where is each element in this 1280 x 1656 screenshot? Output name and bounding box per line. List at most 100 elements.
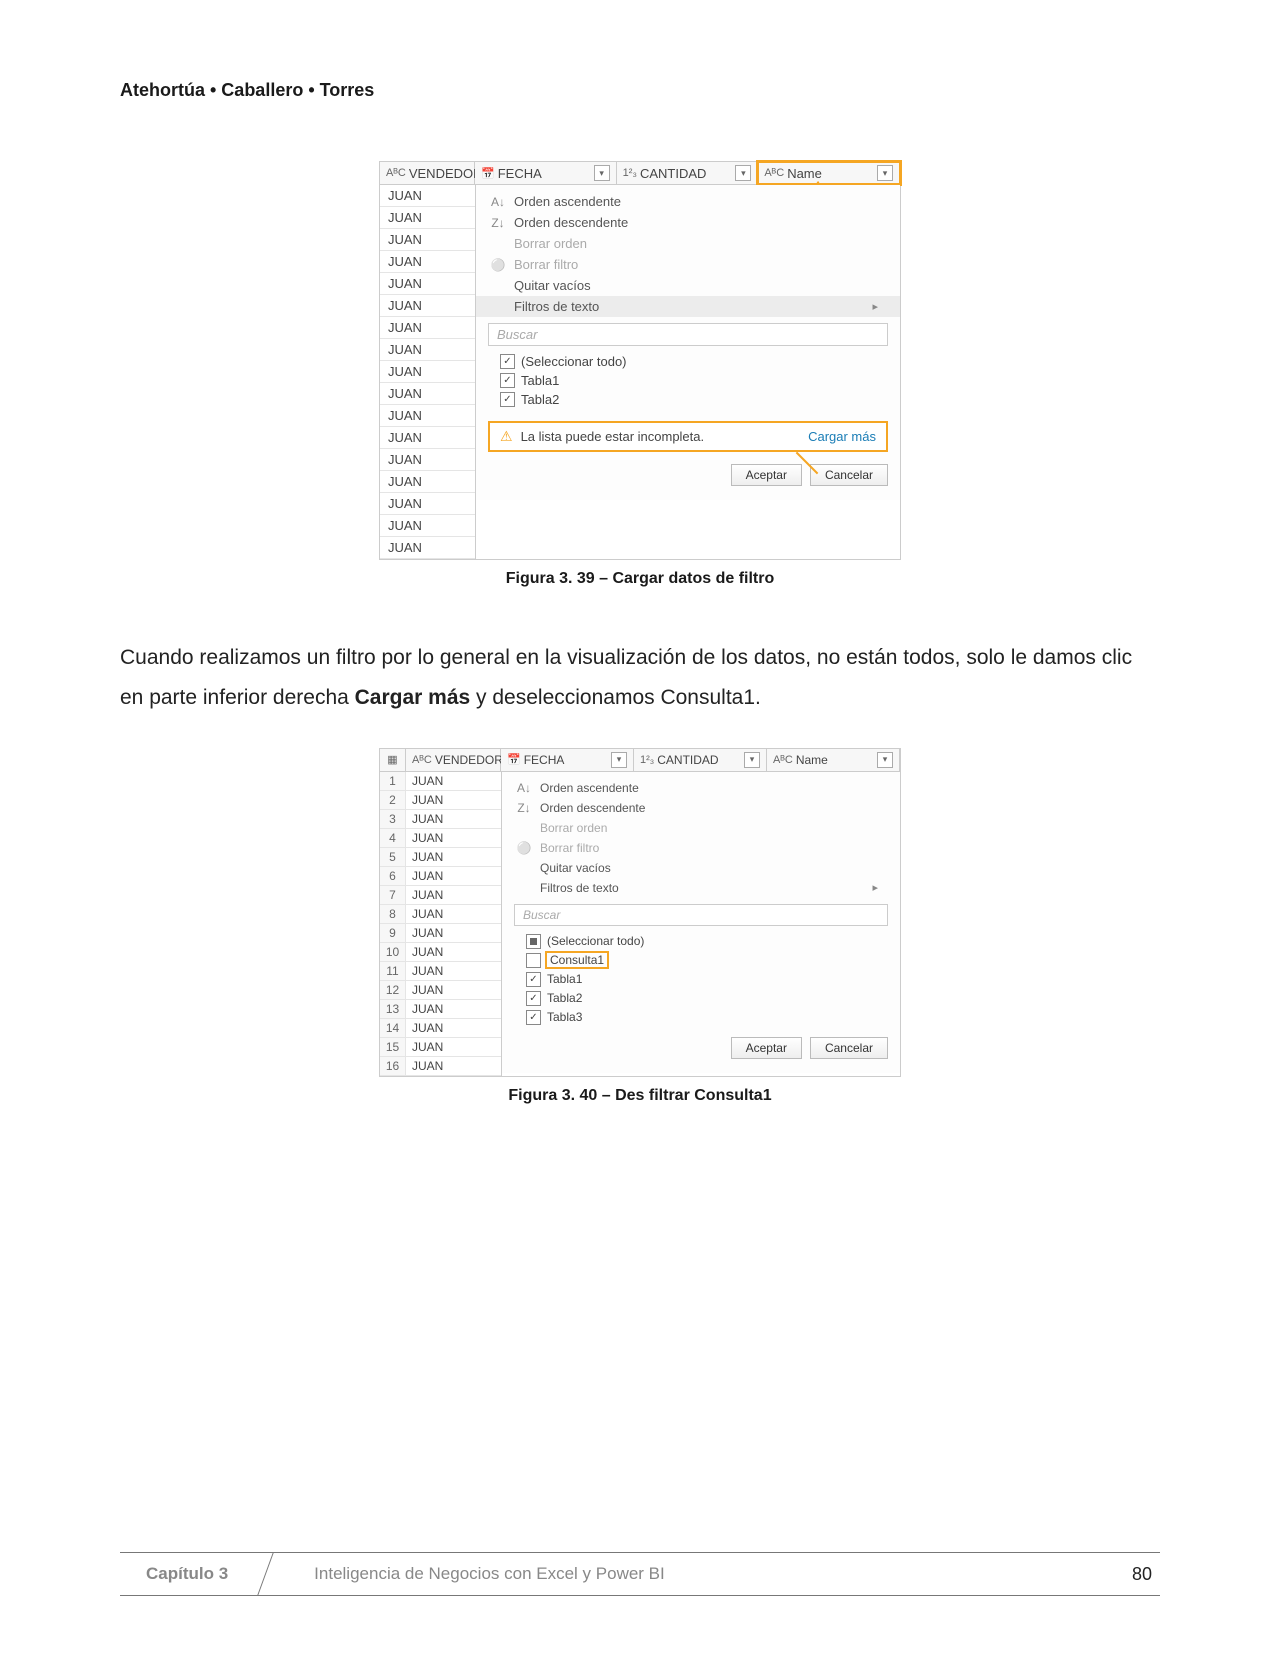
column-label: FECHA [498, 166, 542, 181]
label: Quitar vacíos [514, 278, 591, 293]
checkbox-indeterminate-icon[interactable] [526, 934, 541, 949]
text-filters[interactable]: Filtros de texto ▸ [502, 878, 900, 898]
label: (Seleccionar todo) [521, 354, 627, 369]
label: Tabla3 [547, 1010, 582, 1024]
cell: JUAN [406, 791, 501, 809]
column-header-vendedor[interactable]: AᴮC VENDEDOR ▾ [380, 162, 475, 184]
filter-option-select-all[interactable]: ✓ (Seleccionar todo) [500, 352, 888, 371]
column-header-cantidad[interactable]: 1²₃ CANTIDAD ▾ [634, 749, 767, 771]
warning-icon: ⚠ [500, 428, 513, 445]
column-header-vendedor[interactable]: AᴮC VENDEDOR ▾ [406, 749, 501, 771]
checkbox-icon[interactable]: ✓ [526, 972, 541, 987]
filter-option[interactable]: ✓ Tabla2 [526, 989, 888, 1008]
cancel-button[interactable]: Cancelar [810, 1037, 888, 1059]
vendedor-values: JUAN JUAN JUAN JUAN JUAN JUAN JUAN JUAN … [380, 185, 476, 559]
date-type-icon: 📅 [507, 753, 521, 766]
cell: JUAN [380, 251, 475, 272]
column-header-name[interactable]: AᴮC Name ▾ [767, 749, 900, 771]
dropdown-icon[interactable]: ▾ [877, 165, 893, 181]
accept-button[interactable]: Aceptar [731, 464, 802, 486]
filter-dropdown: A↓ Orden ascendente Z↓ Orden descendente… [475, 185, 900, 500]
filter-option[interactable]: ✓ Tabla1 [500, 371, 888, 390]
dropdown-icon[interactable]: ▾ [611, 752, 627, 768]
label: Borrar orden [540, 821, 607, 835]
cell: JUAN [380, 405, 475, 426]
figure-caption-39: Figura 3. 39 – Cargar datos de filtro [120, 570, 1160, 588]
filter-option[interactable]: ✓ Tabla2 [500, 390, 888, 409]
checkbox-unchecked-icon[interactable]: ✓ [526, 953, 541, 968]
row-number: 8 [380, 905, 406, 923]
row-number: 16 [380, 1057, 406, 1075]
cell: JUAN [406, 943, 501, 961]
number-type-icon: 1²₃ [640, 754, 654, 766]
checkbox-icon[interactable]: ✓ [500, 373, 515, 388]
cell: JUAN [406, 829, 501, 847]
sort-ascending[interactable]: A↓ Orden ascendente [502, 778, 900, 798]
text-filters[interactable]: Filtros de texto ▸ [476, 296, 900, 317]
checkbox-icon[interactable]: ✓ [526, 1010, 541, 1025]
column-header-name[interactable]: AᴮC Name ▾ [758, 162, 900, 184]
checkbox-icon[interactable]: ✓ [500, 392, 515, 407]
remove-empty[interactable]: Quitar vacíos [502, 858, 900, 878]
label: Tabla1 [547, 972, 582, 986]
filter-search-input[interactable]: Buscar [488, 323, 888, 346]
filter-option-select-all[interactable]: (Seleccionar todo) [526, 932, 888, 951]
cell: JUAN [406, 886, 501, 904]
label-highlighted: Consulta1 [547, 953, 607, 967]
label: Borrar filtro [540, 841, 599, 855]
cell: JUAN [406, 981, 501, 999]
label: Quitar vacíos [540, 861, 611, 875]
header-authors: Atehortúa • Caballero • Torres [120, 80, 1160, 101]
clear-filter-icon: ⚪ [490, 258, 506, 272]
cell: JUAN [380, 449, 475, 470]
sort-descending[interactable]: Z↓ Orden descendente [476, 212, 900, 233]
checkbox-icon[interactable]: ✓ [500, 354, 515, 369]
screenshot-figure-39: AᴮC VENDEDOR ▾ 📅 FECHA ▾ 1²₃ CANTIDAD ▾ … [379, 161, 901, 560]
cancel-button[interactable]: Cancelar [810, 464, 888, 486]
date-type-icon: 📅 [481, 167, 495, 180]
load-more-link[interactable]: Cargar más [808, 429, 876, 444]
accept-button[interactable]: Aceptar [731, 1037, 802, 1059]
row-number: 5 [380, 848, 406, 866]
cell: JUAN [406, 848, 501, 866]
clear-filter-icon: ⚪ [516, 841, 532, 855]
filter-option-consulta1[interactable]: ✓ Consulta1 [526, 951, 888, 970]
dropdown-icon[interactable]: ▾ [744, 752, 760, 768]
sort-ascending[interactable]: A↓ Orden ascendente [476, 191, 900, 212]
row-number: 7 [380, 886, 406, 904]
column-label: Name [787, 166, 822, 181]
dropdown-icon[interactable]: ▾ [877, 752, 893, 768]
filter-option[interactable]: ✓ Tabla1 [526, 970, 888, 989]
incomplete-list-warning: ⚠ La lista puede estar incompleta. Carga… [488, 421, 888, 452]
column-header-fecha[interactable]: 📅 FECHA ▾ [501, 749, 634, 771]
dropdown-icon[interactable]: ▾ [594, 165, 610, 181]
cell: JUAN [380, 515, 475, 536]
cell: JUAN [406, 772, 501, 790]
sort-asc-icon: A↓ [516, 781, 532, 795]
warning-text: La lista puede estar incompleta. [521, 429, 705, 444]
row-number: 4 [380, 829, 406, 847]
cell: JUAN [380, 471, 475, 492]
filter-dropdown: A↓ Orden ascendente Z↓ Orden descendente… [501, 772, 900, 1073]
remove-empty[interactable]: Quitar vacíos [476, 275, 900, 296]
cell: JUAN [380, 383, 475, 404]
sort-asc-icon: A↓ [490, 195, 506, 209]
column-header-cantidad[interactable]: 1²₃ CANTIDAD ▾ [617, 162, 759, 184]
filter-search-input[interactable]: Buscar [514, 904, 888, 926]
dropdown-icon[interactable]: ▾ [735, 165, 751, 181]
column-label: VENDEDOR [435, 753, 503, 767]
label: (Seleccionar todo) [547, 934, 644, 948]
checkbox-icon[interactable]: ✓ [526, 991, 541, 1006]
cell: JUAN [380, 295, 475, 316]
cell: JUAN [406, 810, 501, 828]
row-number: 9 [380, 924, 406, 942]
filter-option[interactable]: ✓ Tabla3 [526, 1008, 888, 1027]
label: Filtros de texto [540, 881, 619, 895]
sort-descending[interactable]: Z↓ Orden descendente [502, 798, 900, 818]
column-label: FECHA [524, 753, 565, 767]
cell: JUAN [406, 1019, 501, 1037]
cell: JUAN [380, 273, 475, 294]
clear-filter: ⚪ Borrar filtro [476, 254, 900, 275]
label: Orden ascendente [540, 781, 639, 795]
column-header-fecha[interactable]: 📅 FECHA ▾ [475, 162, 617, 184]
